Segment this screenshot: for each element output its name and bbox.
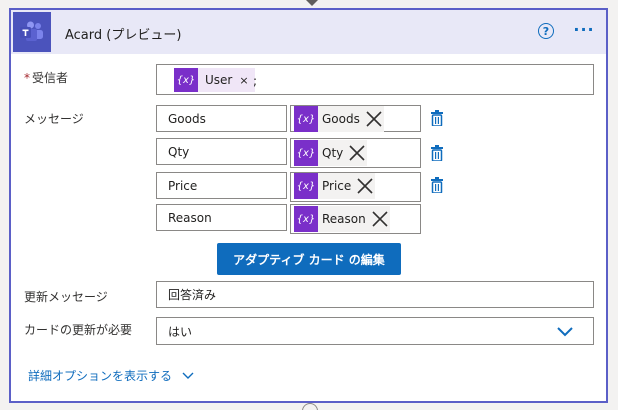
message-token-label: Price [322, 179, 352, 193]
action-title: Acard (プレビュー) [65, 28, 182, 43]
recipient-label: * 受信者 [24, 71, 69, 85]
token-remove-icon[interactable] [355, 176, 375, 196]
message-token-label: Reason [322, 212, 366, 226]
edit-adaptive-card-button[interactable]: アダプティブ カード の編集 [217, 243, 401, 275]
token-remove-icon[interactable] [347, 143, 367, 163]
message-key-input-price[interactable]: Price [156, 172, 287, 199]
variable-icon: {x} [294, 173, 318, 199]
trash-icon[interactable] [431, 177, 443, 193]
message-token-reason[interactable]: {x} Reason [294, 206, 390, 232]
variable-icon: {x} [174, 68, 198, 92]
message-token-qty[interactable]: {x} Qty [294, 140, 368, 166]
teams-icon [13, 12, 51, 52]
action-header[interactable]: Acard (プレビュー) ? ··· [11, 10, 606, 54]
recipient-separator: ; [253, 74, 258, 88]
variable-icon: {x} [294, 206, 318, 232]
update-message-input[interactable]: 回答済み [156, 281, 594, 308]
message-label: メッセージ [24, 112, 84, 126]
token-remove-icon[interactable] [370, 209, 390, 229]
trash-icon[interactable] [431, 145, 443, 161]
update-required-label: カードの更新が必要 [24, 323, 133, 337]
message-key-input-goods[interactable]: Goods [156, 105, 287, 132]
message-token-label: Goods [322, 112, 360, 126]
chevron-down-icon[interactable] [556, 325, 574, 337]
connector-arrow-top [306, 0, 318, 6]
update-required-select[interactable]: はい [156, 317, 594, 345]
message-token-price[interactable]: {x} Price [294, 173, 376, 199]
message-key-input-reason[interactable]: Reason [156, 204, 287, 231]
required-mark: * [24, 71, 30, 85]
variable-icon: {x} [294, 106, 318, 132]
message-token-label: Qty [322, 146, 344, 160]
show-advanced-options-link[interactable]: 詳細オプションを表示する [28, 367, 194, 384]
token-remove-icon[interactable]: × [239, 74, 248, 87]
advanced-options-label: 詳細オプションを表示する [28, 369, 173, 383]
variable-icon: {x} [294, 140, 318, 166]
recipient-token-label: User [205, 73, 233, 87]
recipient-token[interactable]: {x} User × [174, 68, 255, 92]
chevron-down-icon [182, 372, 194, 379]
action-card: Acard (プレビュー) ? ··· * 受信者 {x} User × ; メッ… [9, 8, 608, 403]
update-message-label: 更新メッセージ [24, 290, 108, 304]
more-icon[interactable]: ··· [573, 20, 595, 40]
help-icon[interactable]: ? [538, 23, 554, 39]
connector-node-bottom [302, 403, 318, 410]
message-key-input-qty[interactable]: Qty [156, 138, 287, 165]
trash-icon[interactable] [431, 110, 443, 126]
token-remove-icon[interactable] [364, 109, 384, 129]
message-token-goods[interactable]: {x} Goods [294, 106, 384, 132]
